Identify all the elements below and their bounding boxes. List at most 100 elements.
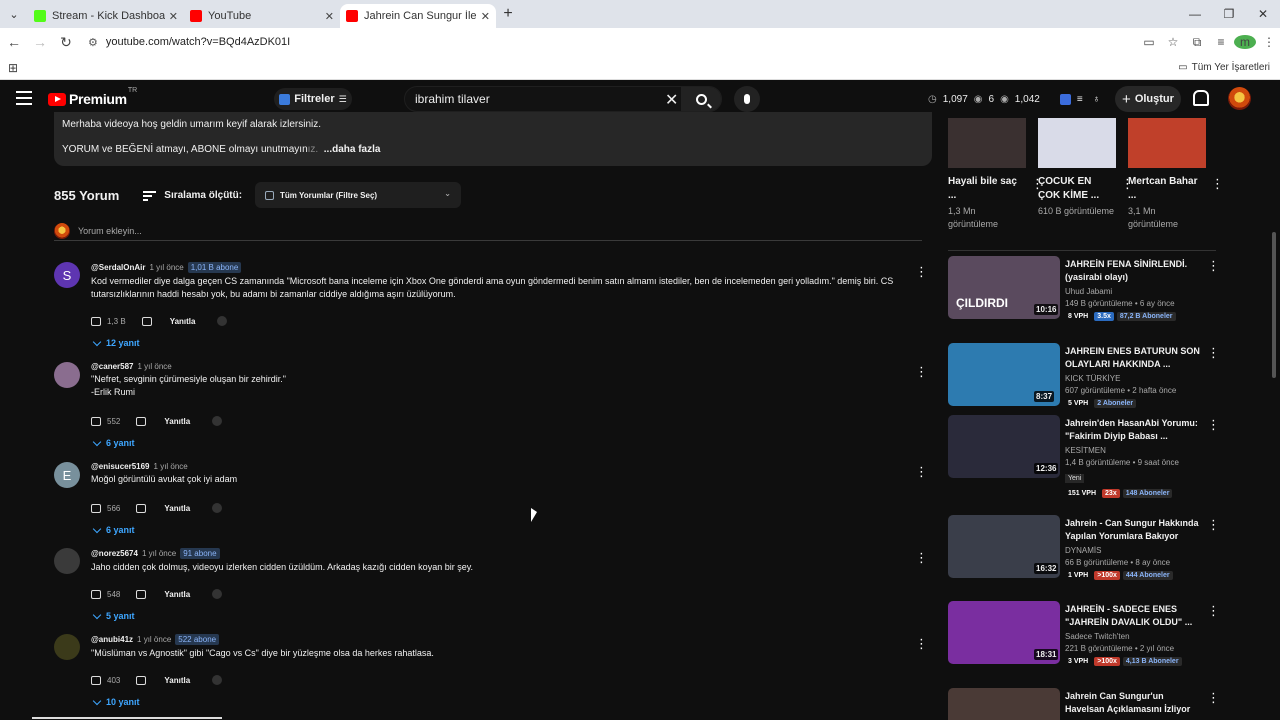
reply-button[interactable]: Yanıtla (164, 676, 190, 685)
reload-icon[interactable]: ↻ (54, 34, 78, 51)
comment-filter-select[interactable]: Tüm Yorumlar (Filtre Seç) ⌄ (255, 182, 461, 208)
video-title[interactable]: JAHREIN ENES BATURUN SON OLAYLARI HAKKIN… (1065, 345, 1205, 371)
video-title[interactable]: JAHREİN - SADECE ENES "JAHREİN DAVALIK O… (1065, 603, 1205, 629)
like-icon[interactable] (91, 589, 101, 599)
extensions-icon[interactable]: ⧉ (1186, 35, 1208, 50)
add-comment-row[interactable]: Yorum ekleyin... (54, 223, 922, 241)
profile-avatar[interactable]: m (1234, 35, 1256, 49)
comment-author[interactable]: @caner587 (91, 362, 134, 371)
create-button[interactable]: + Oluştur (1115, 86, 1181, 112)
search-input[interactable]: ibrahim tilaver ✕ (404, 86, 722, 112)
apps-grid-icon[interactable]: ⊞ (0, 61, 26, 75)
clear-search-icon[interactable]: ✕ (665, 90, 678, 110)
more-options-icon[interactable] (1207, 417, 1220, 433)
comment-time[interactable]: 1 yıl önce (142, 549, 176, 558)
more-options-icon[interactable] (1031, 176, 1044, 192)
dislike-icon[interactable] (136, 589, 147, 599)
short-item[interactable]: ÇOCUK EN ÇOK KİME ... 610 B görüntüleme (1038, 118, 1134, 218)
star-icon[interactable]: ☆ (1162, 35, 1184, 49)
video-thumbnail[interactable] (948, 688, 1060, 720)
video-thumbnail[interactable]: 12:36 (948, 415, 1060, 478)
more-options-icon[interactable] (915, 636, 928, 652)
channel-name[interactable]: KICK TÜRKİYE (1065, 374, 1205, 383)
close-window-icon[interactable]: ✕ (1246, 0, 1280, 28)
avatar[interactable] (54, 634, 80, 660)
like-icon[interactable] (91, 416, 101, 426)
hamburger-menu-icon[interactable] (16, 91, 32, 105)
notifications-bell-icon[interactable] (1192, 90, 1209, 106)
add-comment-input[interactable]: Yorum ekleyin... (78, 226, 142, 236)
dislike-icon[interactable] (136, 416, 147, 426)
video-title[interactable]: Jahrein - Can Sungur Hakkında Yapılan Yo… (1065, 517, 1205, 543)
video-thumbnail[interactable]: ÇILDIRDI 10:16 (948, 256, 1060, 319)
account-avatar[interactable] (1228, 87, 1251, 110)
dislike-icon[interactable] (141, 316, 152, 326)
view-replies-button[interactable]: 12 yanıt (92, 337, 140, 348)
short-title[interactable]: Mertcan Bahar ... (1128, 175, 1206, 203)
scrollbar-thumb[interactable] (1272, 232, 1276, 378)
avatar[interactable]: E (54, 462, 80, 488)
search-button[interactable] (681, 87, 721, 111)
channel-name[interactable]: DYNAMİS (1065, 546, 1205, 555)
video-thumbnail[interactable]: 18:31 (948, 601, 1060, 664)
extension-icon[interactable] (1059, 93, 1071, 105)
video-title[interactable]: JAHREİN FENA SİNİRLENDİ. (yasirabi olayı… (1065, 258, 1205, 284)
sort-button[interactable]: Sıralama ölçütü: (143, 190, 242, 201)
comment-time[interactable]: 1 yıl önce (138, 362, 172, 371)
more-options-icon[interactable] (1207, 603, 1220, 619)
more-options-icon[interactable] (915, 550, 928, 566)
tab-jahrein-video[interactable]: Jahrein Can Sungur İle Geçmişi ✕ (340, 4, 496, 28)
more-options-icon[interactable] (1207, 517, 1220, 533)
comment-author[interactable]: @SerdalOnAir (91, 263, 145, 272)
view-replies-button[interactable]: 6 yanıt (92, 524, 135, 535)
short-item[interactable]: Mertcan Bahar ... 3,1 Mn görüntüleme (1128, 118, 1224, 231)
comment-author[interactable]: @enisucer5169 (91, 462, 150, 471)
more-options-icon[interactable] (1207, 345, 1220, 361)
short-thumbnail[interactable] (1038, 118, 1116, 168)
url-field[interactable]: ⚙ youtube.com/watch?v=BQd4AzDK01I (80, 30, 1160, 54)
short-item[interactable]: Hayali bile saç ... 1,3 Mn görüntüleme (948, 118, 1044, 231)
site-info-icon[interactable]: ⚙ (88, 36, 98, 49)
more-options-icon[interactable] (1207, 258, 1220, 274)
reading-list-icon[interactable]: ≡ (1210, 35, 1232, 49)
more-options-icon[interactable] (1211, 176, 1224, 192)
view-replies-button[interactable]: 6 yanıt (92, 437, 135, 448)
short-title[interactable]: ÇOCUK EN ÇOK KİME ... (1038, 175, 1116, 203)
view-replies-button[interactable]: 10 yanıt (92, 696, 140, 707)
comment-author[interactable]: @anubi41z (91, 635, 133, 644)
video-title[interactable]: Jahrein Can Sungur'un Havelsan Açıklamas… (1065, 690, 1205, 716)
reply-button[interactable]: Yanıtla (164, 417, 190, 426)
video-thumbnail[interactable]: 16:32 (948, 515, 1060, 578)
cast-icon[interactable]: ▭ (1138, 35, 1160, 49)
close-tab-icon[interactable]: ✕ (481, 10, 490, 23)
more-options-icon[interactable] (915, 364, 928, 380)
close-tab-icon[interactable]: ✕ (325, 10, 334, 23)
tab-search-icon[interactable]: ⌄ (0, 0, 28, 28)
forward-icon[interactable]: → (28, 34, 52, 50)
reply-button[interactable]: Yanıtla (170, 317, 196, 326)
list-icon[interactable]: ≡ (1077, 94, 1083, 105)
avatar[interactable] (54, 548, 80, 574)
comment-time[interactable]: 1 yıl önce (137, 635, 171, 644)
show-more-link[interactable]: ...daha fazla (324, 144, 381, 155)
more-options-icon[interactable] (1121, 176, 1134, 192)
avatar[interactable]: S (54, 262, 80, 288)
bulb-icon[interactable]: ♁ (1093, 94, 1101, 105)
dislike-icon[interactable] (136, 675, 147, 685)
tab-youtube[interactable]: YouTube ✕ (184, 4, 340, 28)
reply-button[interactable]: Yanıtla (164, 504, 190, 513)
dislike-icon[interactable] (136, 503, 147, 513)
filters-button[interactable]: Filtreler ☰ (274, 88, 352, 110)
channel-name[interactable]: Uhud Jabami (1065, 287, 1205, 296)
more-options-icon[interactable] (915, 264, 928, 280)
avatar[interactable] (54, 362, 80, 388)
channel-name[interactable]: Sadece Twitch'ten (1065, 632, 1205, 641)
like-icon[interactable] (91, 675, 101, 685)
more-options-icon[interactable] (915, 464, 928, 480)
comment-author[interactable]: @norez5674 (91, 549, 138, 558)
voice-search-icon[interactable] (734, 86, 760, 112)
tab-kick-dashboard[interactable]: Stream - Kick Dashboard ✕ (28, 4, 184, 28)
minimize-icon[interactable]: — (1178, 0, 1212, 28)
video-description[interactable]: Merhaba videoya hoş geldin umarım keyif … (54, 112, 932, 166)
restore-icon[interactable]: ❐ (1212, 0, 1246, 28)
